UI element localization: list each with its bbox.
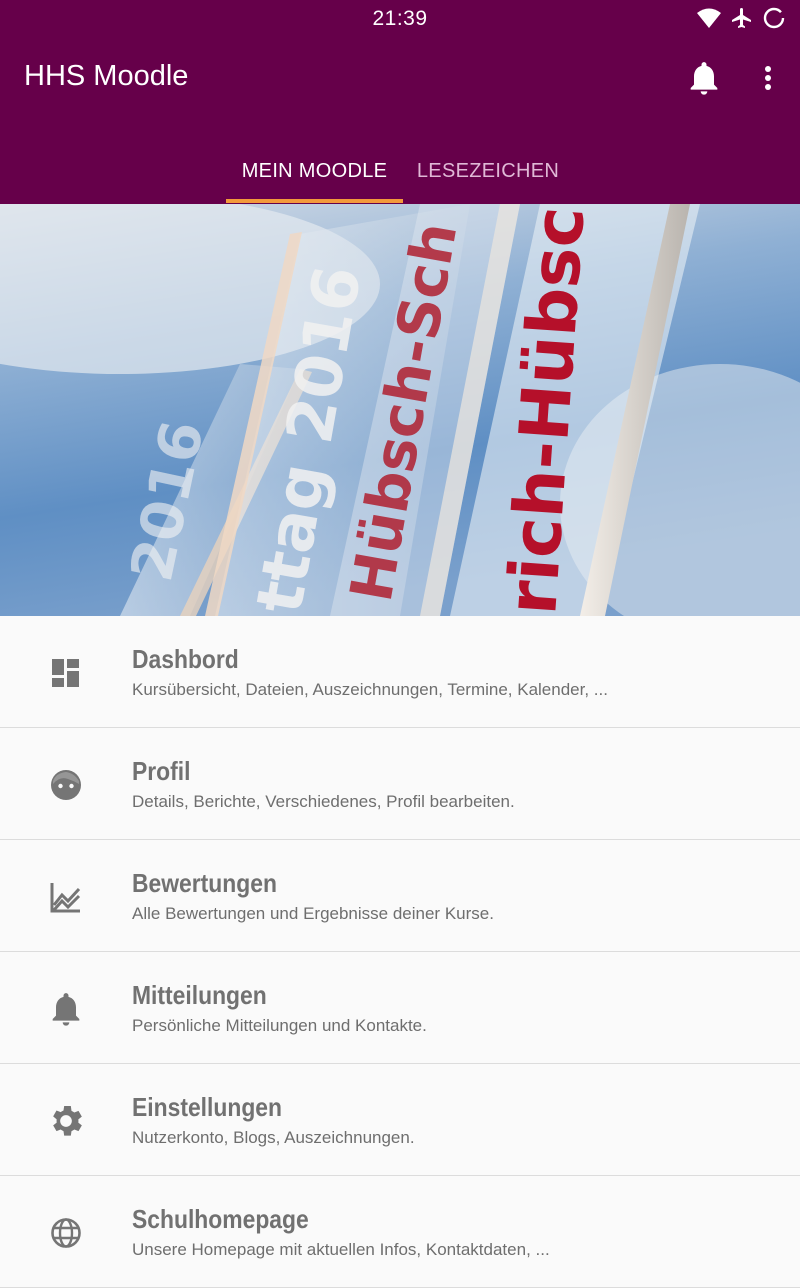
status-bar: 21:39 xyxy=(0,0,800,38)
menu-item-profil[interactable]: Profil Details, Berichte, Verschiedenes,… xyxy=(0,728,800,840)
menu-item-dashboard[interactable]: Dashbord Kursübersicht, Dateien, Auszeic… xyxy=(0,616,800,728)
chart-icon xyxy=(50,883,81,913)
bell-icon xyxy=(52,993,80,1026)
globe-icon xyxy=(51,1218,81,1248)
menu-item-title: Einstellungen xyxy=(132,1092,283,1122)
dashboard-icon xyxy=(52,659,79,687)
battery-charging-icon xyxy=(763,7,785,29)
menu-item-einstellungen[interactable]: Einstellungen Nutzerkonto, Blogs, Auszei… xyxy=(0,1064,800,1176)
more-vert-icon xyxy=(765,66,771,90)
status-icons xyxy=(696,5,786,31)
main-menu: Dashbord Kursübersicht, Dateien, Auszeic… xyxy=(0,616,800,1288)
tab-mein-moodle[interactable]: MEIN MOODLE xyxy=(226,138,403,204)
notifications-button[interactable] xyxy=(684,58,724,98)
menu-item-title: Mitteilungen xyxy=(132,980,267,1010)
menu-item-schulhomepage[interactable]: Schulhomepage Unsere Homepage mit aktuel… xyxy=(0,1176,800,1288)
status-time: 21:39 xyxy=(372,7,428,30)
menu-item-title: Schulhomepage xyxy=(132,1204,309,1234)
menu-item-subtitle: Unsere Homepage mit aktuellen Infos, Kon… xyxy=(132,1240,550,1259)
menu-item-title: Profil xyxy=(132,756,191,786)
more-options-button[interactable] xyxy=(748,58,788,98)
menu-item-mitteilungen[interactable]: Mitteilungen Persönliche Mitteilungen un… xyxy=(0,952,800,1064)
gear-icon xyxy=(53,1106,82,1136)
notifications-bell-icon xyxy=(690,62,718,95)
menu-item-title: Bewertungen xyxy=(132,868,277,898)
menu-item-subtitle: Details, Berichte, Verschiedenes, Profil… xyxy=(132,792,515,811)
menu-item-bewertungen[interactable]: Bewertungen Alle Bewertungen und Ergebni… xyxy=(0,840,800,952)
app-bar: HHS Moodle MEIN MOODLE LESEZEICHEN xyxy=(0,38,800,204)
tab-lesezeichen[interactable]: LESEZEICHEN xyxy=(403,138,573,204)
menu-item-subtitle: Nutzerkonto, Blogs, Auszeichnungen. xyxy=(132,1128,415,1147)
app-title: HHS Moodle xyxy=(24,60,189,92)
menu-item-title: Dashbord xyxy=(132,644,239,674)
hero-image: 2016 ttag 2016 Hübsch-Sch rich-Hübsc xyxy=(0,204,800,616)
tab-indicator xyxy=(226,199,403,203)
wifi-icon xyxy=(697,8,721,28)
profile-face-icon xyxy=(51,770,81,800)
menu-item-subtitle: Persönliche Mitteilungen und Kontakte. xyxy=(132,1016,427,1035)
menu-item-subtitle: Kursübersicht, Dateien, Auszeichnungen, … xyxy=(132,680,608,699)
menu-item-subtitle: Alle Bewertungen und Ergebnisse deiner K… xyxy=(132,904,494,923)
airplane-mode-icon xyxy=(732,8,751,28)
